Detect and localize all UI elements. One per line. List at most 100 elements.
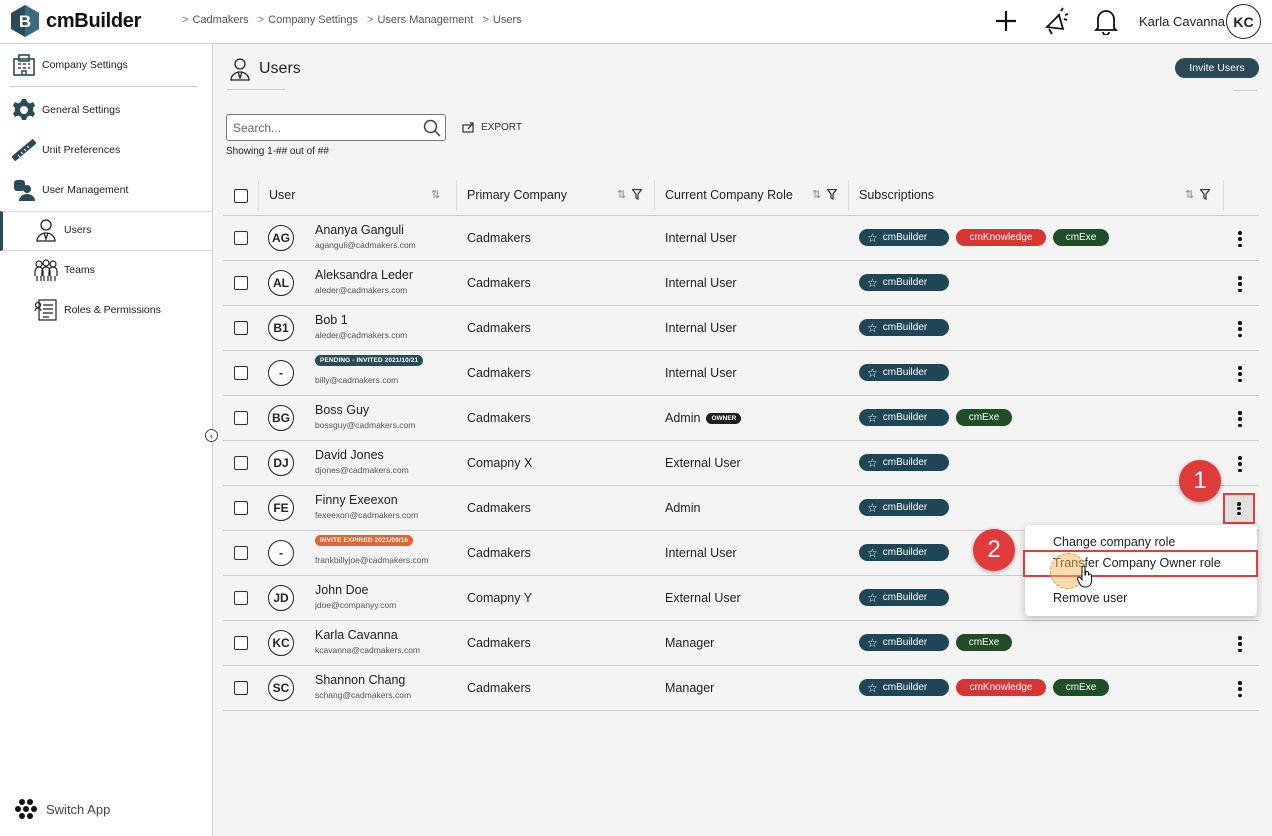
row-menu-kebab-icon[interactable]: [1234, 230, 1246, 248]
row-menu-kebab-icon[interactable]: [1234, 410, 1246, 428]
sort-icon[interactable]: ⇅: [1185, 188, 1194, 201]
table-row[interactable]: DJ David Jones djones@cadmakers.com Comapny…: [223, 441, 1259, 486]
primary-company: Cadmakers: [467, 546, 531, 560]
row-checkbox[interactable]: [234, 321, 248, 335]
breadcrumb-item[interactable]: > Users Management: [367, 14, 473, 26]
switch-app-icon: [15, 799, 37, 819]
company-role: Manager: [665, 681, 714, 695]
divider: [227, 89, 285, 90]
column-header-user[interactable]: User: [269, 188, 295, 202]
row-checkbox[interactable]: [234, 636, 248, 650]
filter-icon[interactable]: [632, 189, 642, 200]
top-header: B cmBuilder > Cadmakers > Company Settings…: [0, 0, 1272, 44]
sidebar-item-label: Roles & Permissions: [64, 304, 161, 316]
column-divider: [258, 180, 259, 210]
sort-icon[interactable]: ⇅: [617, 188, 626, 201]
column-divider: [848, 180, 849, 210]
sidebar-item-roles-permissions[interactable]: Roles & Permissions: [34, 298, 161, 322]
sort-icon[interactable]: ⇅: [812, 188, 821, 201]
table-row[interactable]: KC Karla Cavanna kcavanna@cadmakers.com Cad…: [223, 621, 1259, 666]
breadcrumb-item[interactable]: > Company Settings: [258, 14, 358, 26]
row-menu-kebab-icon[interactable]: [1223, 493, 1255, 524]
row-checkbox[interactable]: [234, 456, 248, 470]
row-checkbox[interactable]: [234, 591, 248, 605]
search-icon[interactable]: [423, 119, 441, 137]
subscription-label: cmBuilder: [882, 277, 928, 288]
table-row[interactable]: SC Shannon Chang schang@cadmakers.com Cadma…: [223, 666, 1259, 711]
row-menu-kebab-icon[interactable]: [1234, 455, 1246, 473]
user-name: Finny Exeexon: [315, 493, 398, 507]
company-role: Internal User: [665, 546, 737, 560]
row-checkbox[interactable]: [234, 276, 248, 290]
sort-icon[interactable]: ⇅: [431, 188, 440, 201]
announcement-icon[interactable]: [1042, 6, 1070, 36]
table-row[interactable]: BG Boss Guy bossguy@cadmakers.com Cadmakers…: [223, 396, 1259, 441]
user-name: Ananya Ganguli: [315, 223, 404, 237]
roles-icon: [34, 298, 58, 322]
row-checkbox[interactable]: [234, 366, 248, 380]
filter-icon[interactable]: [827, 189, 837, 200]
sidebar-item-user-management[interactable]: User Management: [12, 178, 128, 202]
subscription-label: cmBuilder: [882, 547, 928, 558]
breadcrumb-item[interactable]: > Cadmakers: [182, 14, 249, 26]
subscriptions: ☆ cmBuilder: [859, 364, 949, 381]
subscriptions: ☆ cmBuilder: [859, 274, 949, 291]
subscription-chip: ☆ cmBuilder: [859, 499, 949, 516]
bell-icon[interactable]: [1092, 6, 1120, 36]
table-row[interactable]: AG Ananya Ganguli aganguli@cadmakers.com Ca…: [223, 216, 1259, 261]
row-checkbox[interactable]: [234, 546, 248, 560]
user-name: Aleksandra Leder: [315, 268, 413, 282]
row-menu-kebab-icon[interactable]: [1234, 275, 1246, 293]
subscription-chip: ☆ cmBuilder: [859, 364, 949, 381]
menu-item-remove-user[interactable]: Remove user: [1053, 591, 1127, 605]
column-header-role[interactable]: Current Company Role: [665, 188, 793, 202]
add-icon[interactable]: [992, 6, 1020, 36]
avatar: FE: [268, 495, 294, 521]
row-checkbox[interactable]: [234, 411, 248, 425]
sidebar-item-label: General Settings: [42, 104, 121, 116]
row-checkbox[interactable]: [234, 231, 248, 245]
company-role: Manager: [665, 636, 714, 650]
row-menu-kebab-icon[interactable]: [1234, 680, 1246, 698]
table-row[interactable]: AL Aleksandra Leder aleder@cadmakers.com Ca…: [223, 261, 1259, 306]
table-row[interactable]: B1 Bob 1 aleder@cadmakers.com Cadmakers Inte…: [223, 306, 1259, 351]
star-icon: ☆: [867, 500, 878, 515]
app-logo[interactable]: B cmBuilder: [10, 4, 141, 38]
invite-users-button[interactable]: Invite Users: [1175, 58, 1259, 78]
company-role: Internal User: [665, 366, 737, 380]
column-header-subscriptions[interactable]: Subscriptions: [859, 188, 934, 202]
subscription-chip: cmKnowledge: [956, 229, 1046, 246]
table-row[interactable]: - PENDING - INVITED 2021/10/21 billy@cadma…: [223, 351, 1259, 396]
sidebar-item-unit-preferences[interactable]: Unit Preferences: [12, 138, 120, 162]
row-checkbox[interactable]: [234, 681, 248, 695]
sidebar-item-company-settings[interactable]: Company Settings: [12, 53, 128, 77]
select-all-checkbox[interactable]: [234, 189, 248, 203]
row-menu-kebab-icon[interactable]: [1234, 320, 1246, 338]
filter-icon[interactable]: [1200, 189, 1210, 200]
row-menu-kebab-icon[interactable]: [1234, 635, 1246, 653]
header-user-name[interactable]: Karla Cavanna: [1139, 14, 1225, 29]
star-icon: ☆: [867, 410, 878, 425]
role-text: Internal User: [665, 321, 737, 335]
user-email: frankbillyjoe@cadmakers.com: [315, 555, 429, 565]
row-checkbox[interactable]: [234, 501, 248, 515]
header-avatar[interactable]: KC: [1226, 4, 1261, 39]
row-menu-kebab-icon[interactable]: [1234, 365, 1246, 383]
sidebar-item-teams[interactable]: Teams: [34, 258, 95, 282]
menu-item-change-role[interactable]: Change company role: [1053, 535, 1175, 549]
chevron-left-icon: ‹: [210, 430, 213, 441]
subscription-label: cmBuilder: [882, 592, 928, 603]
column-divider: [456, 180, 457, 210]
column-header-primary-company[interactable]: Primary Company: [467, 188, 567, 202]
subscription-chip: ☆ cmBuilder: [859, 274, 949, 291]
primary-company: Cadmakers: [467, 366, 531, 380]
user-email: billy@cadmakers.com: [315, 375, 399, 385]
sidebar-item-users[interactable]: Users: [34, 218, 91, 242]
sidebar-collapse-button[interactable]: ‹: [205, 429, 218, 442]
role-text: Manager: [665, 681, 715, 695]
switch-app-button[interactable]: Switch App: [14, 798, 110, 820]
search-input[interactable]: [227, 115, 417, 140]
sidebar-item-general-settings[interactable]: General Settings: [12, 98, 120, 122]
primary-company: Cadmakers: [467, 501, 531, 515]
export-button[interactable]: EXPORT: [462, 121, 522, 133]
